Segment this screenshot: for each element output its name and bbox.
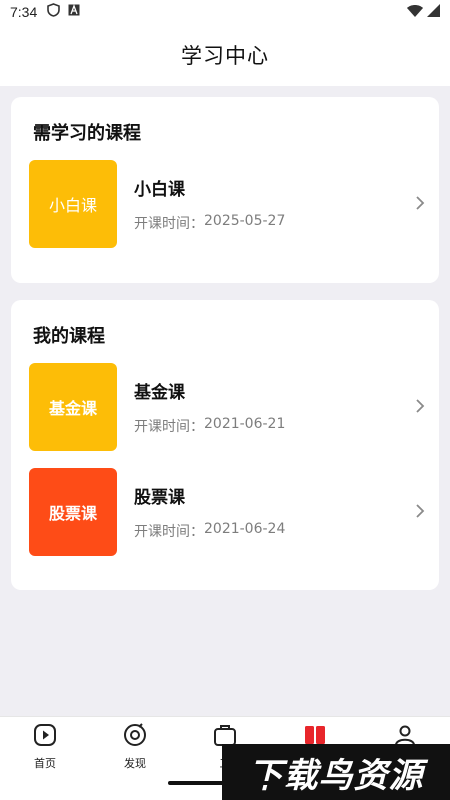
nav-label: 发现: [124, 757, 146, 770]
nav-item-discover[interactable]: 发现: [100, 723, 170, 771]
course-date-label: 开课时间：: [134, 216, 204, 232]
chevron-right-icon: [415, 503, 425, 523]
nav-item-home[interactable]: 首页: [10, 723, 80, 771]
header: 学习中心: [0, 24, 450, 86]
nav-label: 首页: [34, 757, 56, 770]
shield-icon: [47, 3, 61, 21]
course-item[interactable]: 基金课 基金课 开课时间： 2021-06-21: [29, 363, 429, 451]
course-date: 2021-06-24: [204, 521, 286, 537]
course-date: 2021-06-21: [204, 416, 286, 432]
course-thumbnail: 股票课: [29, 468, 117, 556]
course-name: 基金课: [134, 383, 185, 403]
signal-icon: [427, 3, 440, 21]
course-name: 股票课: [134, 488, 185, 508]
wifi-icon: [407, 4, 423, 21]
course-thumbnail-label: 基金课: [48, 399, 97, 418]
section-title: 需学习的课程: [33, 123, 141, 144]
course-item[interactable]: 股票课 股票课 开课时间： 2021-06-24: [29, 468, 429, 556]
home-indicator: [168, 781, 288, 785]
course-date: 2025-05-27: [204, 213, 286, 229]
course-date-label: 开课时间：: [134, 524, 204, 540]
watermark-text: 下载鸟资源: [248, 755, 424, 796]
course-name: 小白课: [134, 180, 185, 200]
course-thumbnail: 小白课: [29, 160, 117, 248]
play-icon: [33, 723, 57, 751]
a-box-icon: [68, 4, 80, 20]
status-time: 7:34: [10, 4, 38, 20]
status-bar: 7:34: [0, 0, 450, 24]
watermark: 下载鸟资源: [222, 744, 450, 800]
chevron-right-icon: [415, 195, 425, 215]
page-title: 学习中心: [181, 44, 269, 68]
discover-icon: [123, 723, 147, 751]
course-thumbnail-label: 小白课: [48, 196, 97, 215]
section-title: 我的课程: [33, 326, 105, 347]
section-card-my-courses: 我的课程 基金课 基金课 开课时间： 2021-06-21 股票课 股票课 开课…: [11, 300, 439, 590]
course-date-label: 开课时间：: [134, 419, 204, 435]
chevron-right-icon: [415, 398, 425, 418]
course-thumbnail: 基金课: [29, 363, 117, 451]
course-thumbnail-label: 股票课: [48, 504, 97, 523]
course-item[interactable]: 小白课 小白课 开课时间： 2025-05-27: [29, 160, 429, 248]
section-card-to-study: 需学习的课程 小白课 小白课 开课时间： 2025-05-27: [11, 97, 439, 283]
